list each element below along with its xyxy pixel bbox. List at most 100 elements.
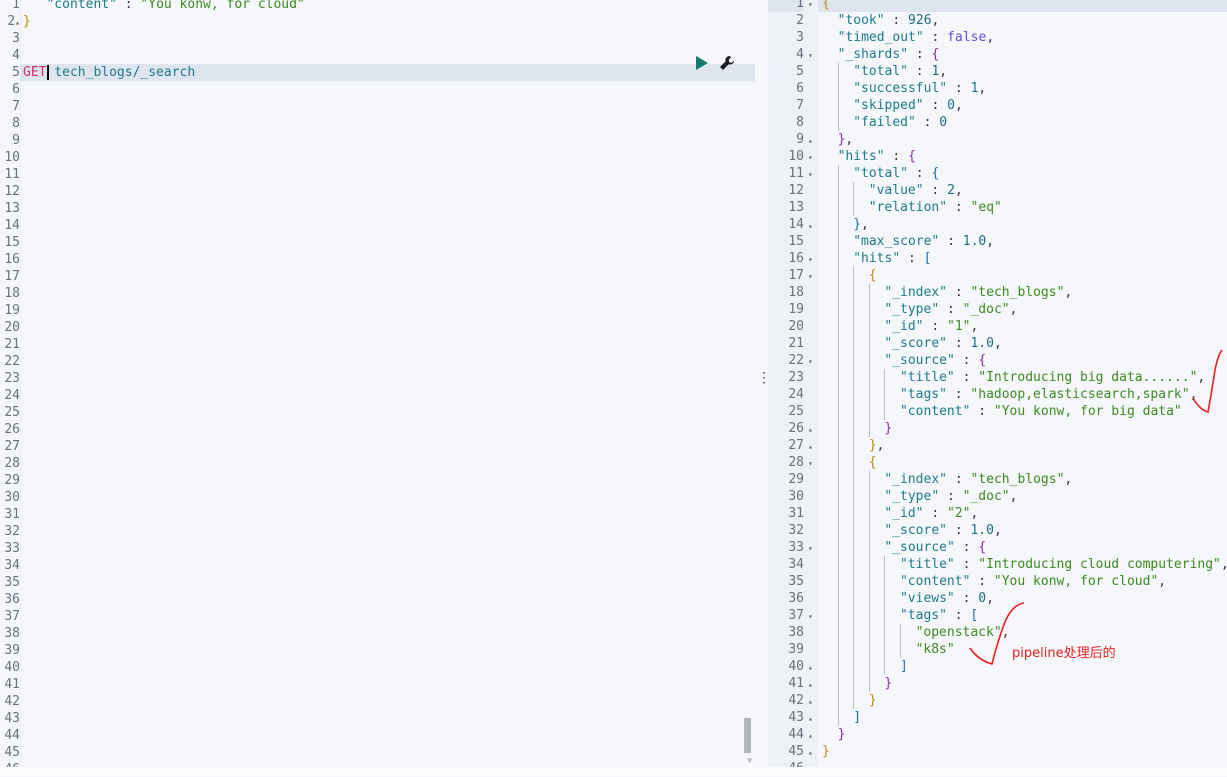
code-line[interactable]: [20, 285, 755, 302]
token-bracket: }: [23, 14, 31, 29]
line-number: 18: [788, 285, 804, 300]
code-line[interactable]: [20, 523, 755, 540]
indent-guide: [868, 573, 885, 590]
token-punct: ,: [986, 234, 995, 249]
token-key: "views": [899, 591, 955, 606]
code-line[interactable]: [20, 30, 755, 47]
code-line[interactable]: [20, 608, 755, 625]
unfold-arrow-icon[interactable]: ▴: [808, 132, 813, 149]
code-line[interactable]: [20, 676, 755, 693]
code-line[interactable]: [20, 149, 755, 166]
unfold-arrow-icon[interactable]: ▴: [808, 438, 813, 455]
active-request-line[interactable]: GET tech_blogs/_search: [20, 64, 755, 81]
scroll-down-icon[interactable]: ▼: [747, 756, 752, 765]
indent-guide: [822, 63, 838, 80]
indent-guide: [837, 352, 854, 369]
indent-guide: [868, 556, 885, 573]
pane-resizer[interactable]: ⋮: [755, 0, 771, 767]
code-line[interactable]: [20, 132, 755, 149]
code-line[interactable]: [20, 166, 755, 183]
code-line[interactable]: [20, 404, 755, 421]
code-line[interactable]: "content" : "You konw, for cloud": [20, 0, 755, 13]
indent-guide: [837, 284, 854, 301]
unfold-arrow-icon[interactable]: ▴: [808, 710, 813, 727]
unfold-arrow-icon[interactable]: ▴: [808, 421, 813, 438]
scrollbar-thumb[interactable]: [744, 718, 751, 753]
indent-guide: [853, 607, 869, 624]
line-number: 21: [4, 337, 20, 352]
code-line[interactable]: [20, 659, 755, 676]
fold-arrow-icon[interactable]: ▾: [808, 0, 813, 13]
code-line[interactable]: [20, 557, 755, 574]
code-line[interactable]: [20, 489, 755, 506]
fold-arrow-icon[interactable]: ▾: [808, 608, 813, 625]
unfold-arrow-icon[interactable]: ▴: [808, 659, 813, 676]
request-code[interactable]: "content" : "You konw, for cloud"} GET te…: [20, 0, 755, 767]
indent-guide: [822, 539, 838, 556]
indent-guide: [868, 658, 885, 675]
code-line[interactable]: [20, 438, 755, 455]
line-number: 42 ▴: [788, 693, 813, 708]
token-key: "_source": [884, 353, 955, 368]
code-line[interactable]: [20, 200, 755, 217]
code-line[interactable]: [20, 336, 755, 353]
code-line[interactable]: [20, 574, 755, 591]
unfold-arrow-icon[interactable]: ▴: [808, 744, 813, 761]
code-line[interactable]: [20, 268, 755, 285]
indent-guide: [853, 522, 869, 539]
line-number: 34: [4, 558, 20, 573]
code-line[interactable]: }: [20, 13, 755, 30]
line-number: 44: [4, 728, 20, 743]
indent-guide: [853, 675, 869, 692]
code-line[interactable]: [20, 455, 755, 472]
code-line[interactable]: [20, 421, 755, 438]
unfold-arrow-icon[interactable]: ▴: [808, 693, 813, 710]
unfold-arrow-icon[interactable]: ▴: [808, 727, 813, 744]
code-line[interactable]: [20, 370, 755, 387]
fold-arrow-icon[interactable]: ▾: [808, 149, 813, 166]
indent-guide: [837, 267, 854, 284]
fold-arrow-icon[interactable]: ▾: [808, 251, 813, 268]
fold-arrow-icon[interactable]: ▾: [808, 268, 813, 285]
fold-arrow-icon[interactable]: ▾: [808, 47, 813, 64]
fold-arrow-icon[interactable]: ▾: [808, 166, 813, 183]
token-string: "tech_blogs": [970, 285, 1065, 300]
line-number: 29: [788, 472, 804, 487]
token-key: "relation": [868, 200, 948, 215]
code-line[interactable]: [20, 591, 755, 608]
code-line[interactable]: [20, 387, 755, 404]
code-line[interactable]: [20, 183, 755, 200]
code-line[interactable]: [20, 693, 755, 710]
code-line[interactable]: [20, 217, 755, 234]
code-line[interactable]: [20, 642, 755, 659]
play-icon[interactable]: [695, 55, 709, 74]
unfold-arrow-icon[interactable]: ▴: [808, 676, 813, 693]
code-line[interactable]: [20, 353, 755, 370]
response-line: "hits" : {: [818, 148, 1227, 165]
code-line[interactable]: [20, 234, 755, 251]
indent-guide: [837, 539, 854, 556]
indent-guide: [822, 369, 838, 386]
request-editor[interactable]: 1 ▴2 3 4 5 6 7 8 9 10 11 12 13 14 15 16 17 18 19 20 21 22 23 2…: [0, 0, 755, 767]
token-punct: ,: [1221, 557, 1227, 572]
token-string: "openstack": [915, 625, 1002, 640]
unfold-arrow-icon[interactable]: ▴: [808, 217, 813, 234]
fold-arrow-icon[interactable]: ▾: [808, 540, 813, 557]
code-line[interactable]: [20, 319, 755, 336]
code-line[interactable]: [20, 302, 755, 319]
code-line[interactable]: [20, 98, 755, 115]
code-line[interactable]: [20, 115, 755, 132]
code-line[interactable]: [20, 81, 755, 98]
fold-arrow-icon[interactable]: ▾: [808, 353, 813, 370]
code-line[interactable]: [20, 47, 755, 64]
code-line[interactable]: [20, 727, 755, 744]
wrench-icon[interactable]: [719, 55, 735, 75]
code-line[interactable]: [20, 472, 755, 489]
code-line[interactable]: [20, 506, 755, 523]
code-line[interactable]: [20, 625, 755, 642]
code-line[interactable]: [20, 251, 755, 268]
fold-arrow-icon[interactable]: ▾: [808, 455, 813, 472]
code-line[interactable]: [20, 744, 755, 761]
code-line[interactable]: [20, 540, 755, 557]
code-line[interactable]: [20, 710, 755, 727]
